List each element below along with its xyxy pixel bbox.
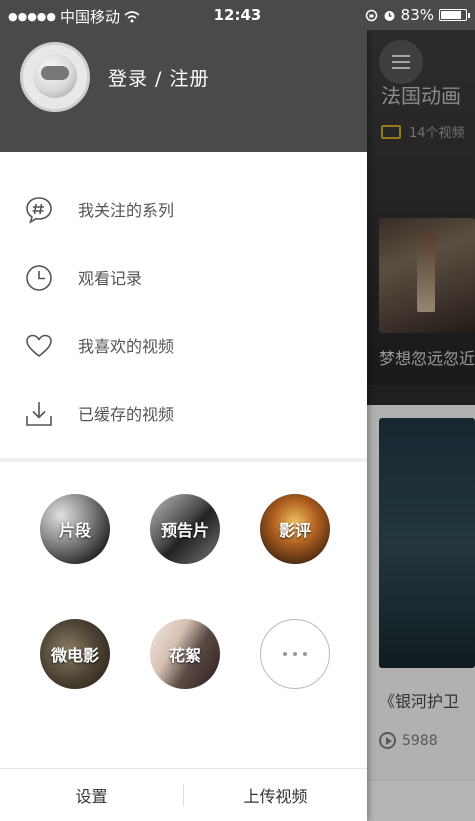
menu-item-cached-videos[interactable]: 已缓存的视频 [0, 379, 367, 447]
menu-item-followed-series[interactable]: 我关注的系列 [0, 175, 367, 243]
category-trailers[interactable]: 预告片 [150, 494, 220, 564]
heart-icon [26, 334, 52, 358]
menu-item-label: 我关注的系列 [78, 201, 175, 220]
side-drawer: 登录 / 注册 我关注的系列 观看记录 我喜欢的视频 已缓存的视频 片段 预告片… [0, 0, 367, 821]
category-reviews[interactable]: 影评 [260, 494, 330, 564]
battery-percent: 83% [400, 6, 434, 24]
category-more-button[interactable] [260, 619, 330, 689]
category-label: 预告片 [160, 521, 209, 540]
overlay-shade[interactable] [367, 30, 475, 821]
category-label: 微电影 [50, 646, 99, 665]
category-behind-scenes[interactable]: 花絮 [150, 619, 220, 689]
drawer-footer: 设置 上传视频 [0, 768, 367, 821]
settings-button[interactable]: 设置 [0, 769, 183, 821]
status-bar: ●●●●● 中国移动 12:43 83% [0, 0, 475, 30]
category-label: 片段 [58, 521, 91, 540]
login-register-link[interactable]: 登录 / 注册 [108, 64, 209, 91]
menu-item-watch-history[interactable]: 观看记录 [0, 243, 367, 311]
avatar[interactable] [20, 42, 90, 112]
category-label: 花絮 [168, 646, 201, 665]
battery-icon [439, 9, 470, 21]
background-content: 法国动画 14个视频 梦想忽远忽近 《银河护卫 5988 [367, 30, 475, 821]
alarm-icon [384, 10, 395, 21]
upload-video-button[interactable]: 上传视频 [184, 769, 367, 821]
hashtag-chat-icon [26, 197, 52, 224]
menu-item-label: 我喜欢的视频 [78, 337, 175, 356]
download-icon [26, 402, 52, 426]
menu-item-liked-videos[interactable]: 我喜欢的视频 [0, 311, 367, 379]
category-label: 影评 [278, 521, 311, 540]
drawer-menu: 我关注的系列 观看记录 我喜欢的视频 已缓存的视频 [0, 175, 367, 447]
menu-item-label: 观看记录 [78, 269, 143, 288]
more-icon [283, 652, 307, 656]
rotation-lock-icon [365, 9, 377, 21]
category-grid: 片段 预告片 影评 微电影 花絮 [0, 462, 367, 762]
category-clips[interactable]: 片段 [40, 494, 110, 564]
category-micro-films[interactable]: 微电影 [40, 619, 110, 689]
clock-icon [26, 265, 52, 291]
menu-item-label: 已缓存的视频 [78, 405, 175, 424]
